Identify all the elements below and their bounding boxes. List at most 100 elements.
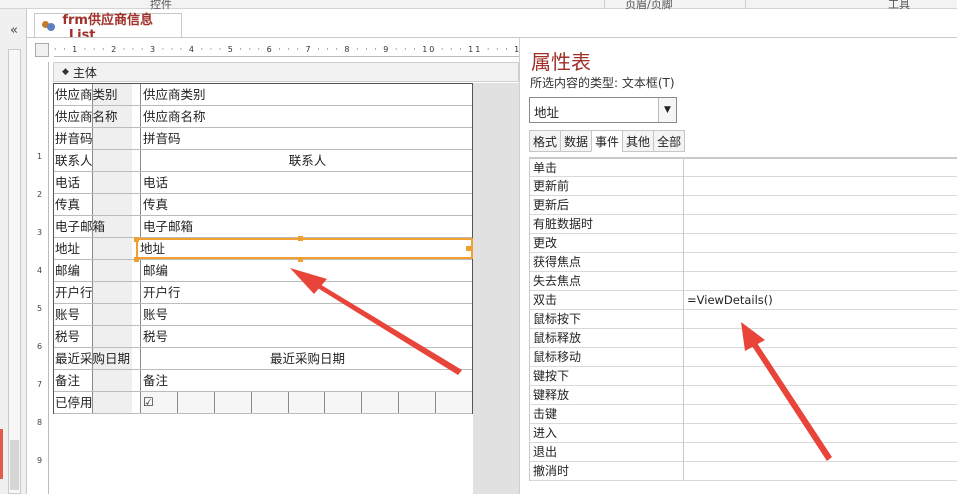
field-textbox[interactable]: 电话	[140, 172, 472, 193]
property-value-input[interactable]	[683, 159, 957, 178]
resize-handle[interactable]	[466, 246, 471, 251]
property-tab[interactable]: 其他	[622, 130, 654, 152]
property-sheet: 属性表 所选内容的类型: 文本框(T) 地址 ▼ 格式 数据 事件 其他 全部 单击 更新…	[519, 38, 957, 494]
property-row[interactable]: 获得焦点	[530, 253, 957, 272]
field-textbox[interactable]: 税号	[140, 326, 472, 347]
control-selector-dropdown[interactable]: 地址 ▼	[529, 97, 677, 123]
property-value-input[interactable]	[683, 215, 957, 234]
form-design-surface[interactable]: · · 1 · · · 2 · · · 3 · · · 4 · · · 5 · …	[27, 38, 519, 494]
ribbon-group-tools: 工具	[888, 0, 910, 11]
vruler-mark: 3	[37, 228, 43, 237]
property-row[interactable]: 失去焦点	[530, 272, 957, 291]
field-label[interactable]: 邮编	[55, 260, 80, 281]
navigation-pane: «	[0, 9, 27, 494]
field-textbox[interactable]: 备注	[140, 370, 472, 391]
field-textbox[interactable]: 开户行	[140, 282, 472, 303]
property-row[interactable]: 撤消时	[530, 462, 957, 481]
field-textbox[interactable]: 拼音码	[140, 128, 472, 149]
property-value-input[interactable]	[683, 329, 957, 348]
property-value-input[interactable]: =ViewDetails()	[683, 291, 957, 310]
property-row[interactable]: 鼠标按下	[530, 310, 957, 329]
detail-section-bar[interactable]: ◆ 主体	[53, 62, 519, 82]
property-value-input[interactable]	[683, 310, 957, 329]
property-value-input[interactable]	[683, 348, 957, 367]
field-label[interactable]: 电话	[55, 172, 80, 193]
property-name: 进入	[533, 426, 558, 440]
section-expand-icon: ◆	[62, 67, 69, 77]
property-name: 鼠标移动	[533, 350, 582, 364]
property-tab[interactable]: 数据	[560, 130, 592, 152]
property-tab[interactable]: 格式	[529, 130, 561, 152]
property-value-input[interactable]	[683, 272, 957, 291]
property-row[interactable]: 更新后	[530, 196, 957, 215]
field-label[interactable]: 拼音码	[55, 128, 93, 149]
collapse-nav-icon[interactable]: «	[10, 23, 18, 38]
vertical-ruler[interactable]: 12345678910	[35, 62, 49, 494]
field-textbox[interactable]: 邮编	[140, 260, 472, 281]
property-tab[interactable]: 事件	[591, 130, 623, 152]
selection-type-label: 所选内容的类型: 文本框(T)	[530, 76, 675, 90]
field-textbox[interactable]: 传真	[140, 194, 472, 215]
property-value-input[interactable]	[683, 196, 957, 215]
property-row[interactable]: 更改	[530, 234, 957, 253]
property-row[interactable]: 击键	[530, 405, 957, 424]
property-value-input[interactable]	[683, 386, 957, 405]
property-row[interactable]: 退出	[530, 443, 957, 462]
property-value-input[interactable]	[683, 253, 957, 272]
property-row[interactable]: 键按下	[530, 367, 957, 386]
grid-cell	[435, 392, 473, 413]
vruler-mark: 7	[37, 380, 43, 389]
field-textbox[interactable]: 最近采购日期	[140, 348, 472, 369]
field-row: 拼音码 拼音码	[54, 128, 472, 150]
field-textbox[interactable]: 地址	[136, 238, 473, 259]
document-tab[interactable]: frm供应商信息_List	[34, 13, 182, 43]
property-value-input[interactable]	[683, 443, 957, 462]
grid-cell	[176, 392, 214, 413]
field-label[interactable]: 备注	[55, 370, 80, 391]
field-label[interactable]: 已停用	[55, 392, 93, 413]
field-textbox[interactable]: 账号	[140, 304, 472, 325]
property-row[interactable]: 更新前	[530, 177, 957, 196]
property-name: 失去焦点	[533, 274, 582, 288]
label-grip	[92, 172, 132, 193]
field-label[interactable]: 供应商类别	[55, 84, 118, 105]
event-property-grid: 单击 更新前 更新后 有脏数据时 更改 获得焦点 失去焦点 双击 =ViewDetails() 鼠…	[529, 157, 957, 481]
property-value-input[interactable]	[683, 234, 957, 253]
field-label[interactable]: 地址	[55, 238, 80, 259]
nav-scrollbar[interactable]	[8, 49, 21, 494]
field-textbox[interactable]: 联系人	[140, 150, 472, 171]
property-row[interactable]: 鼠标移动	[530, 348, 957, 367]
field-label[interactable]: 传真	[55, 194, 80, 215]
field-label[interactable]: 电子邮箱	[55, 216, 105, 237]
field-label[interactable]: 开户行	[55, 282, 93, 303]
resize-handle[interactable]	[134, 237, 139, 242]
label-grip	[92, 392, 132, 413]
form-selector[interactable]	[35, 43, 49, 57]
property-row[interactable]: 鼠标释放	[530, 329, 957, 348]
property-value-input[interactable]	[683, 177, 957, 196]
field-label[interactable]: 最近采购日期	[55, 348, 130, 369]
property-value-input[interactable]	[683, 367, 957, 386]
property-value-input[interactable]	[683, 462, 957, 481]
field-label[interactable]: 税号	[55, 326, 80, 347]
field-label[interactable]: 联系人	[55, 150, 93, 171]
field-label[interactable]: 账号	[55, 304, 80, 325]
resize-handle[interactable]	[298, 236, 303, 241]
chevron-down-icon[interactable]: ▼	[658, 98, 676, 122]
scroll-thumb[interactable]	[10, 440, 19, 490]
field-textbox[interactable]: 供应商类别	[140, 84, 472, 105]
property-row[interactable]: 有脏数据时	[530, 215, 957, 234]
property-row[interactable]: 进入	[530, 424, 957, 443]
property-row[interactable]: 双击 =ViewDetails()	[530, 291, 957, 310]
property-value-input[interactable]	[683, 405, 957, 424]
property-row[interactable]: 键释放	[530, 386, 957, 405]
property-tab[interactable]: 全部	[653, 130, 686, 152]
field-label[interactable]: 供应商名称	[55, 106, 118, 127]
checkbox-icon[interactable]: ☑	[143, 395, 154, 409]
property-value-input[interactable]	[683, 424, 957, 443]
field-textbox[interactable]: 电子邮箱	[140, 216, 472, 237]
horizontal-ruler[interactable]: · · 1 · · · 2 · · · 3 · · · 4 · · · 5 · …	[54, 43, 519, 57]
field-textbox[interactable]: 供应商名称	[140, 106, 472, 127]
field-row: 供应商类别 供应商类别	[54, 84, 472, 106]
property-row[interactable]: 单击	[530, 158, 957, 178]
